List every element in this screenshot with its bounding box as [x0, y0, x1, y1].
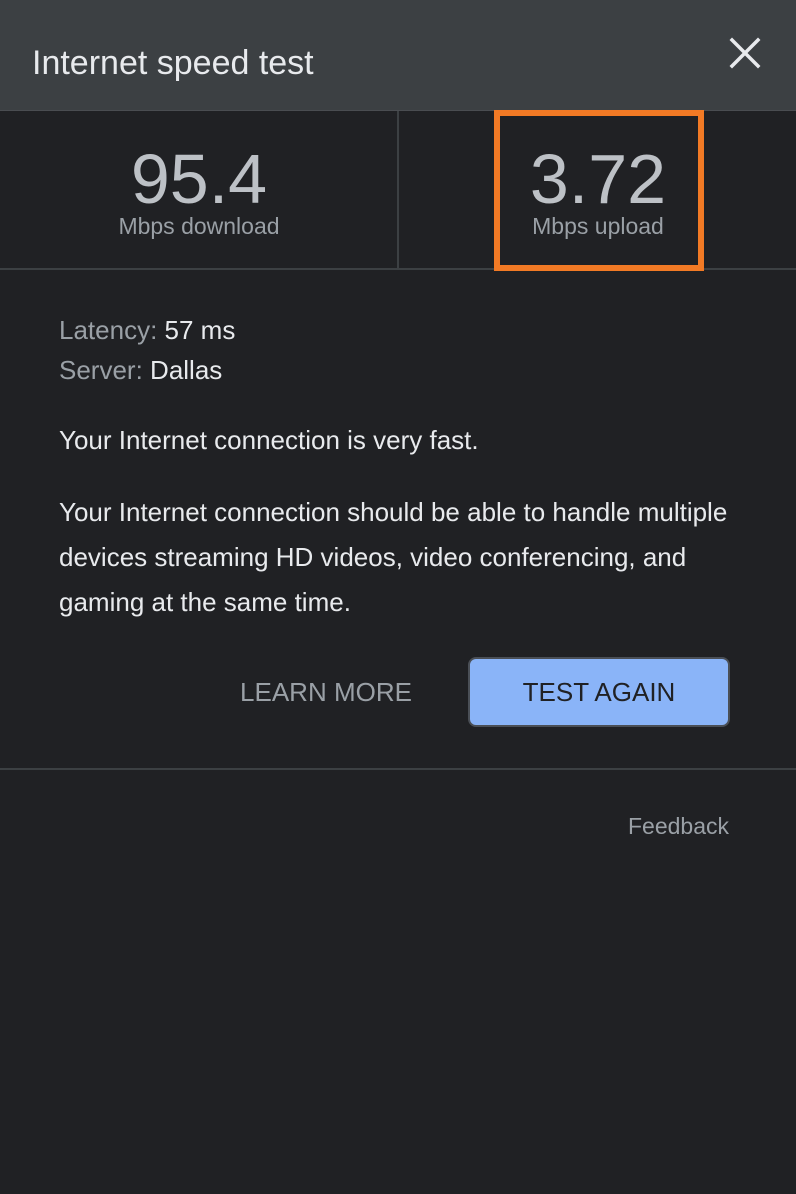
close-icon: [729, 37, 761, 69]
dialog-title: Internet speed test: [32, 44, 314, 82]
latency-label: Latency:: [59, 315, 158, 345]
speed-summary: Your Internet connection is very fast.: [59, 425, 479, 455]
learn-more-button[interactable]: LEARN MORE: [214, 665, 438, 719]
download-speed-unit: Mbps download: [118, 213, 280, 239]
test-again-button[interactable]: TEST AGAIN: [468, 657, 730, 727]
close-button[interactable]: [720, 28, 770, 78]
download-speed-value: 95.4: [130, 140, 268, 218]
speed-results: 95.4 Mbps download 3.72 Mbps upload: [0, 111, 796, 270]
upload-result: 3.72 Mbps upload: [399, 111, 796, 268]
connection-details: Latency: 57 ms Server: Dallas: [59, 310, 739, 390]
footer-divider: [0, 768, 796, 770]
upload-speed-value: 3.72: [529, 140, 667, 218]
latency-value: 57 ms: [164, 315, 236, 345]
server-label: Server:: [59, 355, 143, 385]
server-row: Server: Dallas: [59, 350, 739, 390]
upload-speed-unit: Mbps upload: [532, 213, 664, 239]
speed-description: Your Internet connection should be able …: [59, 497, 728, 617]
dialog-header: Internet speed test: [0, 0, 796, 111]
server-value: Dallas: [150, 355, 223, 385]
feedback-link[interactable]: Feedback: [628, 810, 729, 842]
download-result: 95.4 Mbps download: [0, 111, 398, 268]
latency-row: Latency: 57 ms: [59, 310, 739, 350]
